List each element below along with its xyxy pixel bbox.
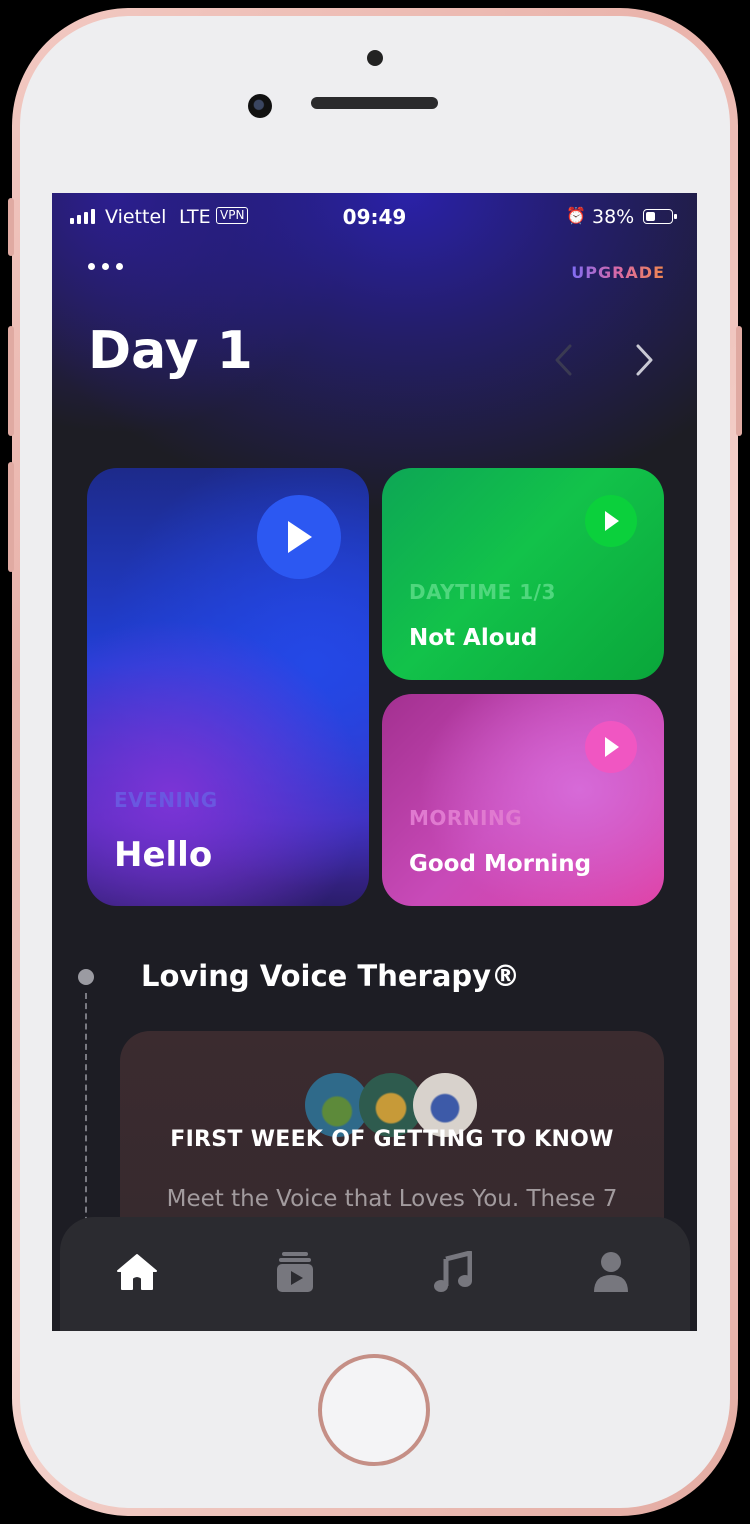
tab-bar — [60, 1217, 690, 1331]
play-icon — [605, 511, 619, 531]
chevron-right-icon[interactable] — [632, 343, 656, 377]
volume-up-button — [8, 326, 14, 436]
play-icon — [288, 521, 312, 553]
power-button — [736, 326, 742, 436]
volume-down-button — [8, 462, 14, 572]
battery-percent: 38% — [592, 206, 635, 228]
home-icon — [117, 1254, 157, 1290]
battery-level — [646, 212, 655, 221]
program-description: Meet the Voice that Loves You. These 7 — [166, 1186, 618, 1212]
timeline-dot — [78, 969, 94, 985]
chevron-left-icon[interactable] — [552, 343, 576, 377]
tab-home[interactable] — [114, 1249, 160, 1295]
play-button[interactable] — [585, 495, 637, 547]
card-title: Hello — [114, 835, 213, 875]
session-card-evening[interactable]: EVENING Hello — [87, 468, 369, 906]
app-screen: Viettel LTE VPN 09:49 ⏰ 38% UPGRADE Day … — [52, 193, 697, 1331]
card-eyebrow: EVENING — [114, 788, 218, 812]
program-title: Loving Voice Therapy® — [141, 959, 521, 993]
session-card-morning[interactable]: MORNING Good Morning — [382, 694, 664, 906]
play-icon — [605, 737, 619, 757]
timeline-line — [85, 993, 87, 1233]
status-bar: Viettel LTE VPN 09:49 ⏰ 38% — [52, 193, 697, 241]
day-title: Day 1 — [88, 321, 253, 381]
tab-profile[interactable] — [588, 1249, 634, 1295]
battery-icon — [643, 209, 677, 224]
video-library-icon — [277, 1252, 313, 1292]
mute-switch — [8, 198, 14, 256]
front-camera — [248, 94, 272, 118]
tab-music[interactable] — [430, 1249, 476, 1295]
proximity-sensor — [367, 50, 383, 66]
play-button[interactable] — [257, 495, 341, 579]
card-title: Good Morning — [409, 851, 592, 877]
home-button[interactable] — [318, 1354, 430, 1466]
card-title: Not Aloud — [409, 625, 538, 651]
card-eyebrow: DAYTIME 1/3 — [409, 580, 556, 604]
tab-videos[interactable] — [272, 1249, 318, 1295]
program-week-label: FIRST WEEK OF GETTING TO KNOW — [170, 1127, 614, 1152]
upgrade-link[interactable]: UPGRADE — [571, 263, 665, 282]
session-card-daytime[interactable]: DAYTIME 1/3 Not Aloud — [382, 468, 664, 680]
earpiece-speaker — [311, 97, 438, 109]
card-eyebrow: MORNING — [409, 806, 523, 830]
music-note-icon — [434, 1251, 472, 1292]
person-icon — [594, 1252, 628, 1292]
more-options-icon[interactable] — [88, 263, 123, 270]
alarm-icon: ⏰ — [566, 206, 586, 225]
play-button[interactable] — [585, 721, 637, 773]
